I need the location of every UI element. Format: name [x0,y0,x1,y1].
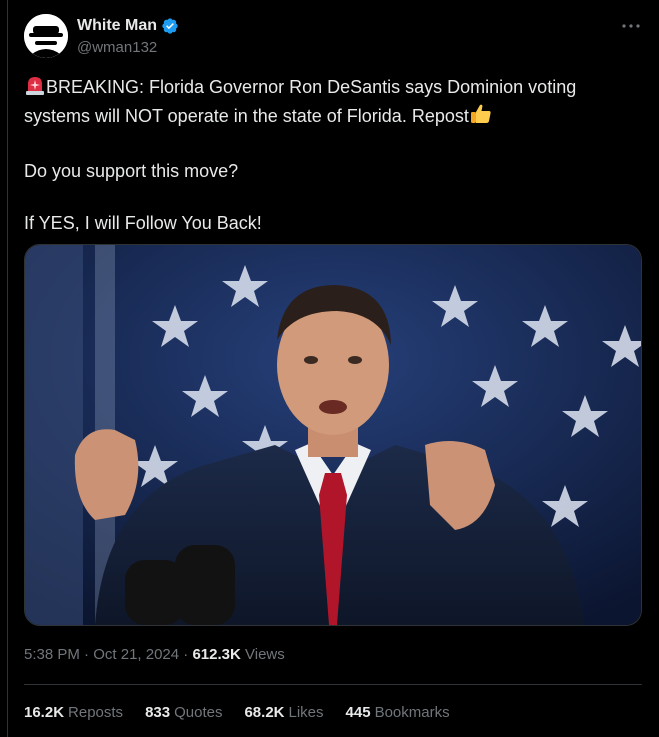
verified-badge-icon [161,17,179,35]
likes-label: Likes [288,704,324,721]
post-meta: 5:38 PM · Oct 21, 2024 · 612.3K Views [24,646,285,663]
post-line-2: Do you support this move? [24,161,239,181]
divider [24,684,642,685]
bookmarks-label: Bookmarks [374,704,450,721]
quotes-stat[interactable]: 833 Quotes [145,704,222,721]
name-row: White Man [77,17,179,35]
likes-count: 68.2K [244,704,285,721]
thumbs-up-icon [469,103,493,132]
engagement-stats: 16.2K Reposts 833 Quotes 68.2K Likes 445 Boo… [24,704,472,721]
bookmarks-stat[interactable]: 445 Bookmarks [346,704,450,721]
more-options-icon[interactable] [620,18,642,34]
views-label: Views [245,646,285,663]
post-line-1-text: BREAKING: Florida Governor Ron DeSantis … [24,77,577,126]
quotes-label: Quotes [174,704,223,721]
post-photo[interactable] [24,244,642,626]
photo-image [25,245,641,625]
reposts-stat[interactable]: 16.2K Reposts [24,704,123,721]
meta-separator: · [79,646,94,663]
post-line-1: BREAKING: Florida Governor Ron DeSantis … [24,74,636,132]
meta-separator: · [179,646,193,663]
post-time[interactable]: 5:38 PM [24,646,80,663]
post-header: White Man @wman132 [24,14,642,60]
avatar[interactable] [24,14,68,58]
avatar-image [24,14,68,58]
rotating-light-icon [24,74,46,103]
views-count: 612.3K [192,646,241,663]
bookmarks-count: 445 [345,704,371,721]
display-name[interactable]: White Man [77,17,157,35]
reposts-label: Reposts [68,704,124,721]
reposts-count: 16.2K [24,704,65,721]
quotes-count: 833 [145,704,171,721]
post-text: BREAKING: Florida Governor Ron DeSantis … [24,74,636,236]
likes-stat[interactable]: 68.2K Likes [244,704,323,721]
timeline-border [7,0,8,737]
post-line-3: If YES, I will Follow You Back! [24,213,262,233]
user-handle[interactable]: @wman132 [77,39,157,56]
post-date[interactable]: Oct 21, 2024 [93,646,179,663]
